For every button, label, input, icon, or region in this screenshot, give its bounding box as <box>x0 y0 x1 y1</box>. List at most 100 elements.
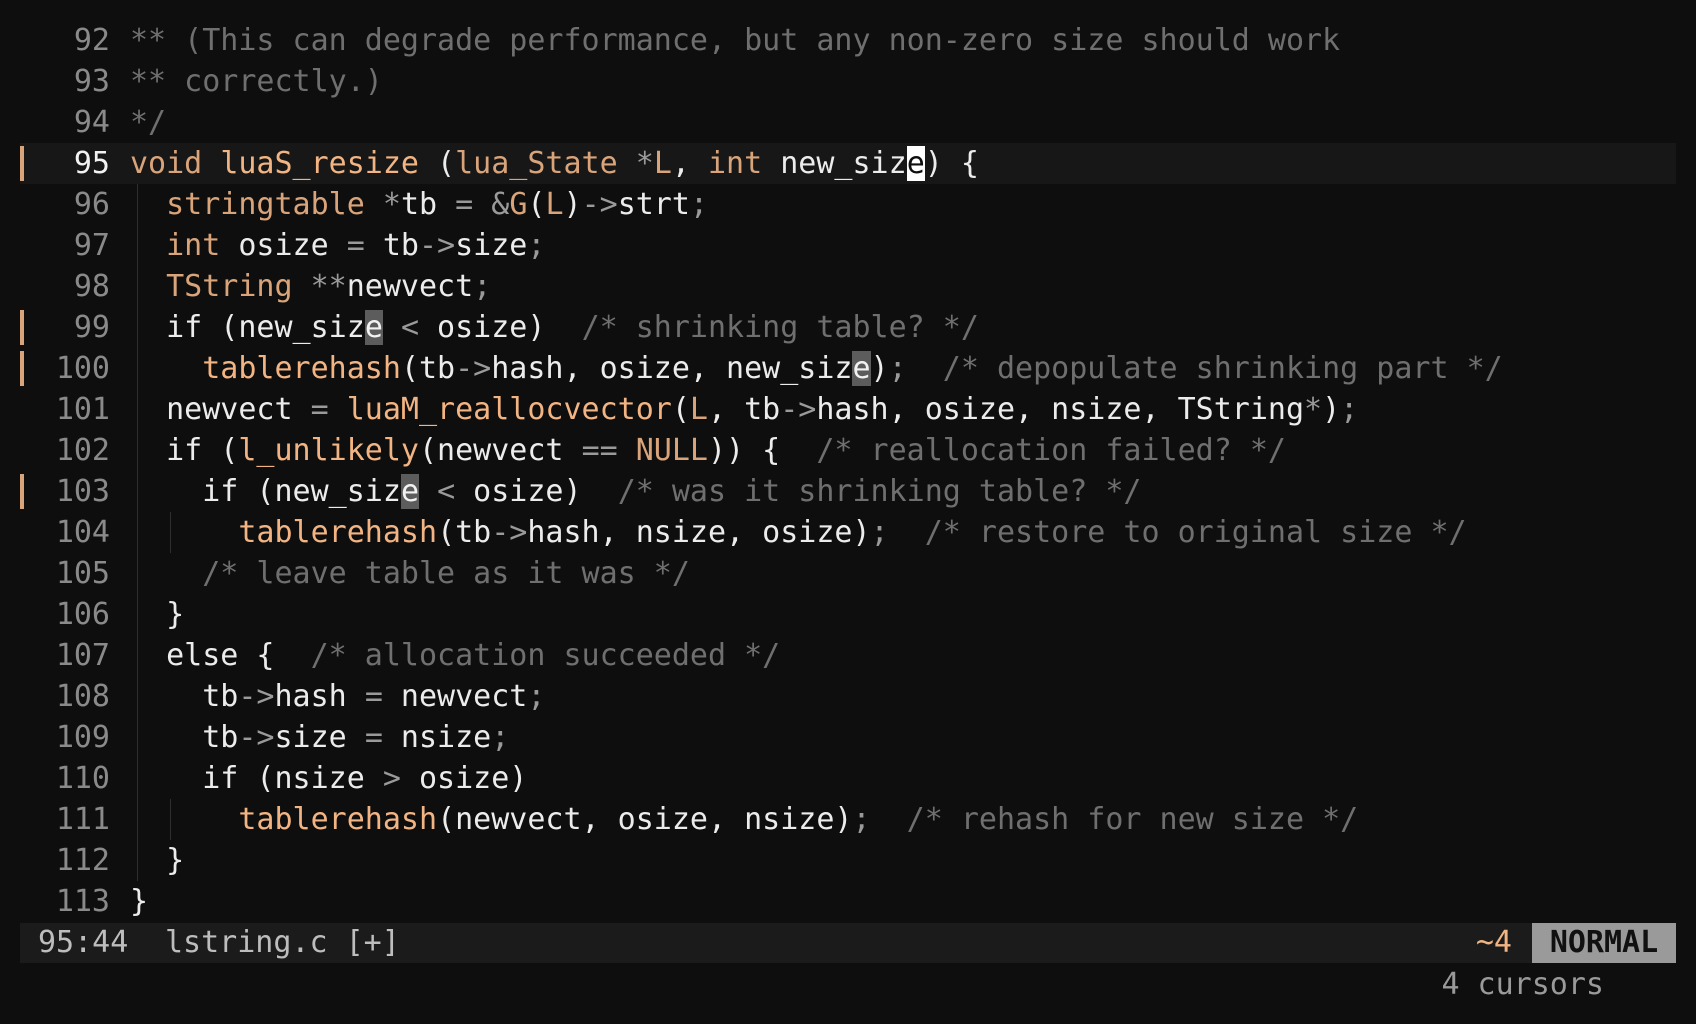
line-text[interactable]: else { /* allocation succeeded */ <box>130 635 780 676</box>
code-line[interactable]: 100 tablerehash(tb->hash, osize, new_siz… <box>20 348 1676 389</box>
operator-token: ; <box>689 187 708 222</box>
code-line[interactable]: 109 tb->size = nsize; <box>20 717 1676 758</box>
keyword-token: L <box>689 392 708 427</box>
line-number: 97 <box>73 228 110 263</box>
code-token: (newvect, osize, nsize) <box>437 802 853 837</box>
primary-cursor: e <box>906 146 925 181</box>
code-token: osize) <box>400 761 528 796</box>
code-line[interactable]: 99 if (new_size < osize) /* shrinking ta… <box>20 307 1676 348</box>
function-token: tablerehash <box>238 515 438 550</box>
code-token: osize) <box>419 310 582 345</box>
line-text[interactable]: } <box>130 881 148 922</box>
line-text[interactable]: ** correctly.) <box>130 61 383 102</box>
code-line[interactable]: 102 if (l_unlikely(newvect == NULL)) { /… <box>20 430 1676 471</box>
code-line[interactable]: 112 } <box>20 840 1676 881</box>
operator-token: ; <box>527 228 546 263</box>
line-number: 100 <box>55 351 110 386</box>
line-text[interactable]: int osize = tb->size; <box>130 225 545 266</box>
code-line[interactable]: 94 */ <box>20 102 1676 143</box>
line-text[interactable]: if (nsize > osize) <box>130 758 527 799</box>
code-line[interactable]: 96 stringtable *tb = &G(L)->strt; <box>20 184 1676 225</box>
comment-token: */ <box>130 105 167 140</box>
comment-token: /* was it shrinking table? */ <box>617 474 1142 509</box>
secondary-cursor: e <box>364 310 383 345</box>
keyword-token: NULL <box>635 433 708 468</box>
cursor-count: ~4 <box>1475 925 1512 960</box>
line-text[interactable]: if (l_unlikely(newvect == NULL)) { /* re… <box>130 430 1286 471</box>
code-line[interactable]: 98 TString **newvect; <box>20 266 1676 307</box>
code-line[interactable]: 106 } <box>20 594 1676 635</box>
line-number: 104 <box>55 515 110 550</box>
line-text[interactable]: /* leave table as it was */ <box>130 553 690 594</box>
line-text[interactable]: tb->size = nsize; <box>130 717 509 758</box>
line-text[interactable]: tablerehash(tb->hash, nsize, osize); /* … <box>130 512 1466 553</box>
code-line[interactable]: 113} <box>20 881 1676 922</box>
keyword-token: G <box>509 187 528 222</box>
code-area[interactable]: 92 ** (This can degrade performance, but … <box>20 20 1676 922</box>
operator-token: = <box>364 720 383 755</box>
line-number: 108 <box>55 679 110 714</box>
operator-token: ; <box>852 802 871 837</box>
code-line[interactable]: 93 ** correctly.) <box>20 61 1676 102</box>
code-token: osize <box>220 228 347 263</box>
code-token: else { <box>130 638 311 673</box>
code-token: if ( <box>130 433 239 468</box>
operator-token: -> <box>238 679 275 714</box>
code-token: ( <box>671 392 690 427</box>
code-token: ( <box>527 187 546 222</box>
operator-token: < <box>437 474 456 509</box>
code-token: hash, osize, new_siz <box>491 351 853 386</box>
code-token: )) { <box>708 433 817 468</box>
operator-token: -> <box>581 187 618 222</box>
line-text[interactable]: */ <box>130 102 166 143</box>
line-text[interactable]: ** (This can degrade performance, but an… <box>130 20 1340 61</box>
code-token: } <box>130 597 185 632</box>
code-token: osize) <box>455 474 618 509</box>
status-bar: 95:44 lstring.c [+] ~4 NORMAL <box>20 923 1676 963</box>
line-number: 107 <box>55 638 110 673</box>
editor-window[interactable]: 92 ** (This can degrade performance, but … <box>0 0 1696 1024</box>
code-line[interactable]: 110 if (nsize > osize) <box>20 758 1676 799</box>
line-number: 92 <box>73 23 110 58</box>
line-text[interactable]: tablerehash(newvect, osize, nsize); /* r… <box>130 799 1358 840</box>
keyword-token: L <box>653 146 672 181</box>
secondary-cursor: e <box>400 474 419 509</box>
line-text[interactable]: stringtable *tb = &G(L)->strt; <box>130 184 708 225</box>
line-number: 93 <box>73 64 110 99</box>
code-token: (tb <box>437 515 492 550</box>
line-number: 99 <box>73 310 110 345</box>
line-text[interactable]: } <box>130 840 184 881</box>
line-number: 102 <box>55 433 110 468</box>
code-token: } <box>130 843 185 878</box>
operator-token: -> <box>238 720 275 755</box>
code-line[interactable]: 107 else { /* allocation succeeded */ <box>20 635 1676 676</box>
code-token: if (nsize <box>130 761 383 796</box>
line-text[interactable]: newvect = luaM_reallocvector(L, tb->hash… <box>130 389 1358 430</box>
code-line[interactable]: 103 if (new_size < osize) /* was it shri… <box>20 471 1676 512</box>
code-line[interactable]: 104 tablerehash(tb->hash, nsize, osize);… <box>20 512 1676 553</box>
line-text[interactable]: } <box>130 594 184 635</box>
code-line[interactable]: 92 ** (This can degrade performance, but … <box>20 20 1676 61</box>
line-text[interactable]: TString **newvect; <box>130 266 491 307</box>
line-text[interactable]: void luaS_resize (lua_State *L, int new_… <box>130 143 979 184</box>
code-line[interactable]: 111 tablerehash(newvect, osize, nsize); … <box>20 799 1676 840</box>
code-line[interactable]: 105 /* leave table as it was */ <box>20 553 1676 594</box>
operator-token: = <box>364 679 383 714</box>
code-line[interactable]: 95 void luaS_resize (lua_State *L, int ne… <box>20 143 1676 184</box>
line-text[interactable]: tb->hash = newvect; <box>130 676 545 717</box>
line-text[interactable]: tablerehash(tb->hash, osize, new_size); … <box>130 348 1503 389</box>
change-marker <box>20 310 24 345</box>
code-line[interactable]: 97 int osize = tb->size; <box>20 225 1676 266</box>
code-token: strt <box>617 187 690 222</box>
line-text[interactable]: if (new_size < osize) /* shrinking table… <box>130 307 979 348</box>
comment-token: /* shrinking table? */ <box>581 310 979 345</box>
change-marker <box>20 474 24 509</box>
line-text[interactable]: if (new_size < osize) /* was it shrinkin… <box>130 471 1141 512</box>
operator-token: -> <box>419 228 456 263</box>
code-line[interactable]: 101 newvect = luaM_reallocvector(L, tb->… <box>20 389 1676 430</box>
code-line[interactable]: 108 tb->hash = newvect; <box>20 676 1676 717</box>
